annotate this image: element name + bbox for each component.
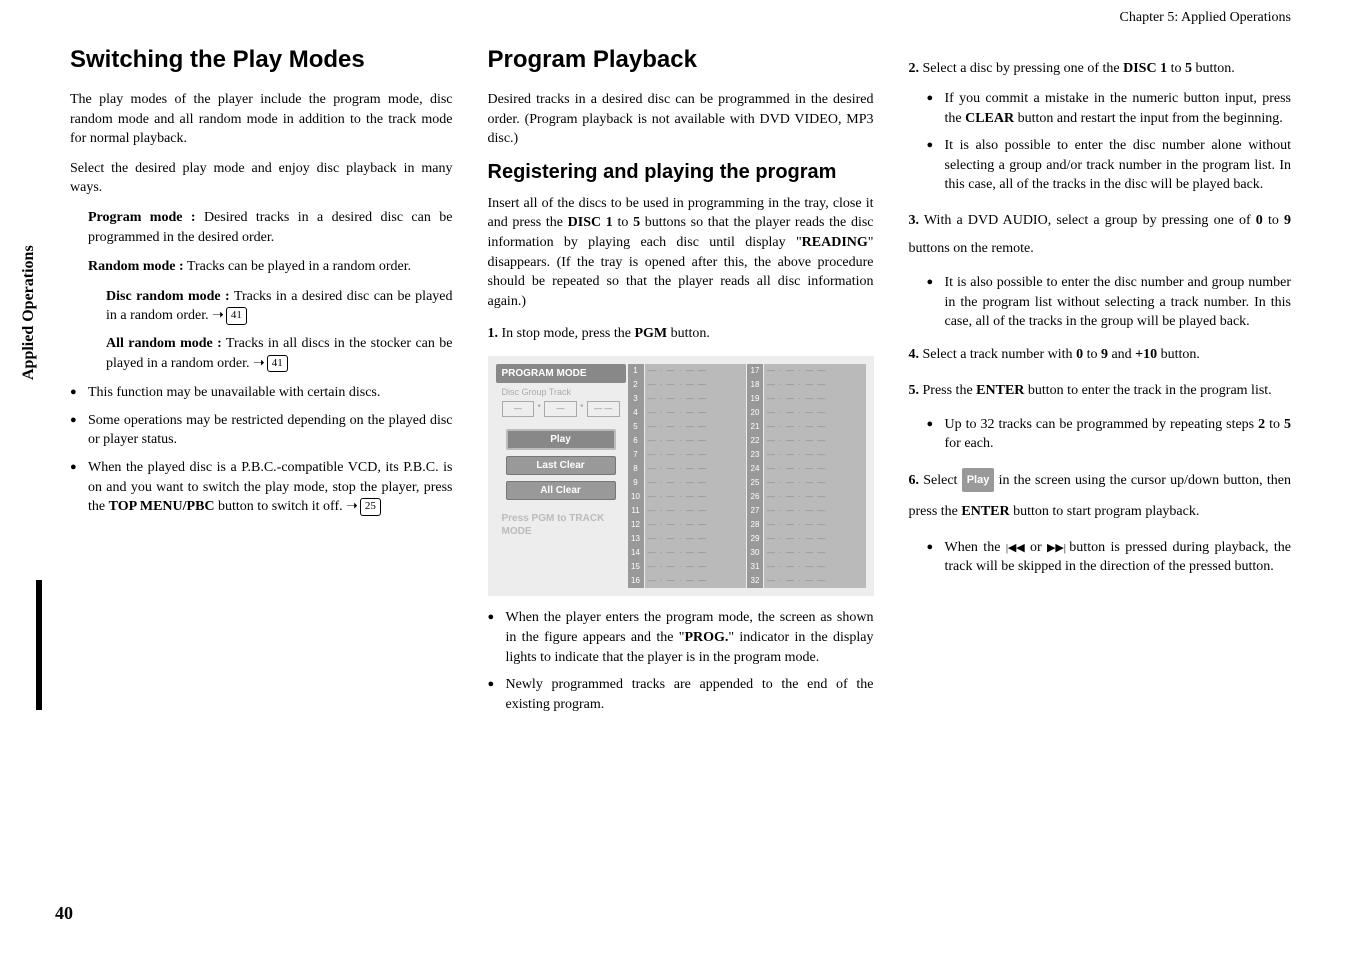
play-inline-badge: Play [962, 468, 995, 492]
step-3: 3. With a DVD AUDIO, select a group by p… [909, 207, 1292, 263]
step-6: 6. Select Play in the screen using the c… [909, 466, 1292, 528]
column-1: Switching the Play Modes The play modes … [70, 46, 453, 724]
skip-next-icon: ▶▶| [1047, 542, 1064, 554]
column-3: 2. Select a disc by pressing one of the … [909, 46, 1292, 724]
col1-bullet-3: When the played disc is a P.B.C.-compati… [70, 458, 453, 517]
step5-bullet-1: Up to 32 tracks can be programmed by rep… [927, 415, 1292, 454]
side-tab-bar [36, 580, 42, 710]
col1-bullet-2: Some operations may be restricted depend… [70, 411, 453, 450]
screen-last-clear-button: Last Clear [506, 456, 616, 475]
step-2: 2. Select a disc by pressing one of the … [909, 58, 1292, 79]
program-mode-screen-figure: PROGRAM MODE Disc Group Track —* —* — — … [488, 356, 874, 596]
step3-bullet-1: It is also possible to enter the disc nu… [927, 273, 1292, 332]
screen-input-row: —* —* — — [496, 399, 626, 423]
random-mode-desc: Random mode : Tracks can be played in a … [88, 257, 453, 277]
col1-heading: Switching the Play Modes [70, 46, 453, 74]
col2-heading: Program Playback [488, 46, 874, 74]
disc-random-mode-desc: Disc random mode : Tracks in a desired d… [106, 287, 453, 326]
col1-p2: Select the desired play mode and enjoy d… [70, 159, 453, 198]
skip-prev-icon: |◀◀ [1006, 542, 1025, 554]
step6-bullet-1: When the |◀◀ or ▶▶| button is pressed du… [927, 538, 1292, 577]
col2-bullet-2: Newly programmed tracks are appended to … [488, 675, 874, 714]
step-5: 5. Press the ENTER button to enter the t… [909, 377, 1292, 405]
chapter-header: Chapter 5: Applied Operations [20, 10, 1291, 26]
program-mode-desc: Program mode : Desired tracks in a desir… [88, 208, 453, 247]
screen-footer-text: Press PGM to TRACK MODE [496, 506, 626, 544]
col1-p1: The play modes of the player include the… [70, 90, 453, 149]
page-ref-icon: ➝25 [346, 497, 381, 517]
page-ref-icon: ➝41 [253, 354, 288, 374]
step-1: 1. In stop mode, press the PGM button. [488, 323, 874, 344]
step2-bullet-1: If you commit a mistake in the numeric b… [927, 89, 1292, 128]
col2-bullet-1: When the player enters the program mode,… [488, 608, 874, 667]
side-tab-label: Applied Operations [20, 245, 38, 380]
column-2: Program Playback Desired tracks in a des… [488, 46, 874, 724]
col2-subheading: Registering and playing the program [488, 161, 874, 184]
screen-col-labels: Disc Group Track [496, 385, 626, 399]
all-random-mode-desc: All random mode : Tracks in all discs in… [106, 334, 453, 373]
col2-p1: Desired tracks in a desired disc can be … [488, 90, 874, 149]
step2-bullet-2: It is also possible to enter the disc nu… [927, 136, 1292, 195]
col2-p2: Insert all of the discs to be used in pr… [488, 194, 874, 312]
page-ref-icon: ➝41 [212, 306, 247, 326]
page-number: 40 [55, 903, 73, 924]
screen-all-clear-button: All Clear [506, 481, 616, 500]
screen-track-list: 1— · — · — —17— · — · — —2— · — · — —18—… [628, 364, 866, 588]
col1-bullet-1: This function may be unavailable with ce… [70, 383, 453, 403]
screen-title: PROGRAM MODE [496, 364, 626, 383]
screen-play-button: Play [506, 429, 616, 450]
step-4: 4. Select a track number with 0 to 9 and… [909, 344, 1292, 365]
